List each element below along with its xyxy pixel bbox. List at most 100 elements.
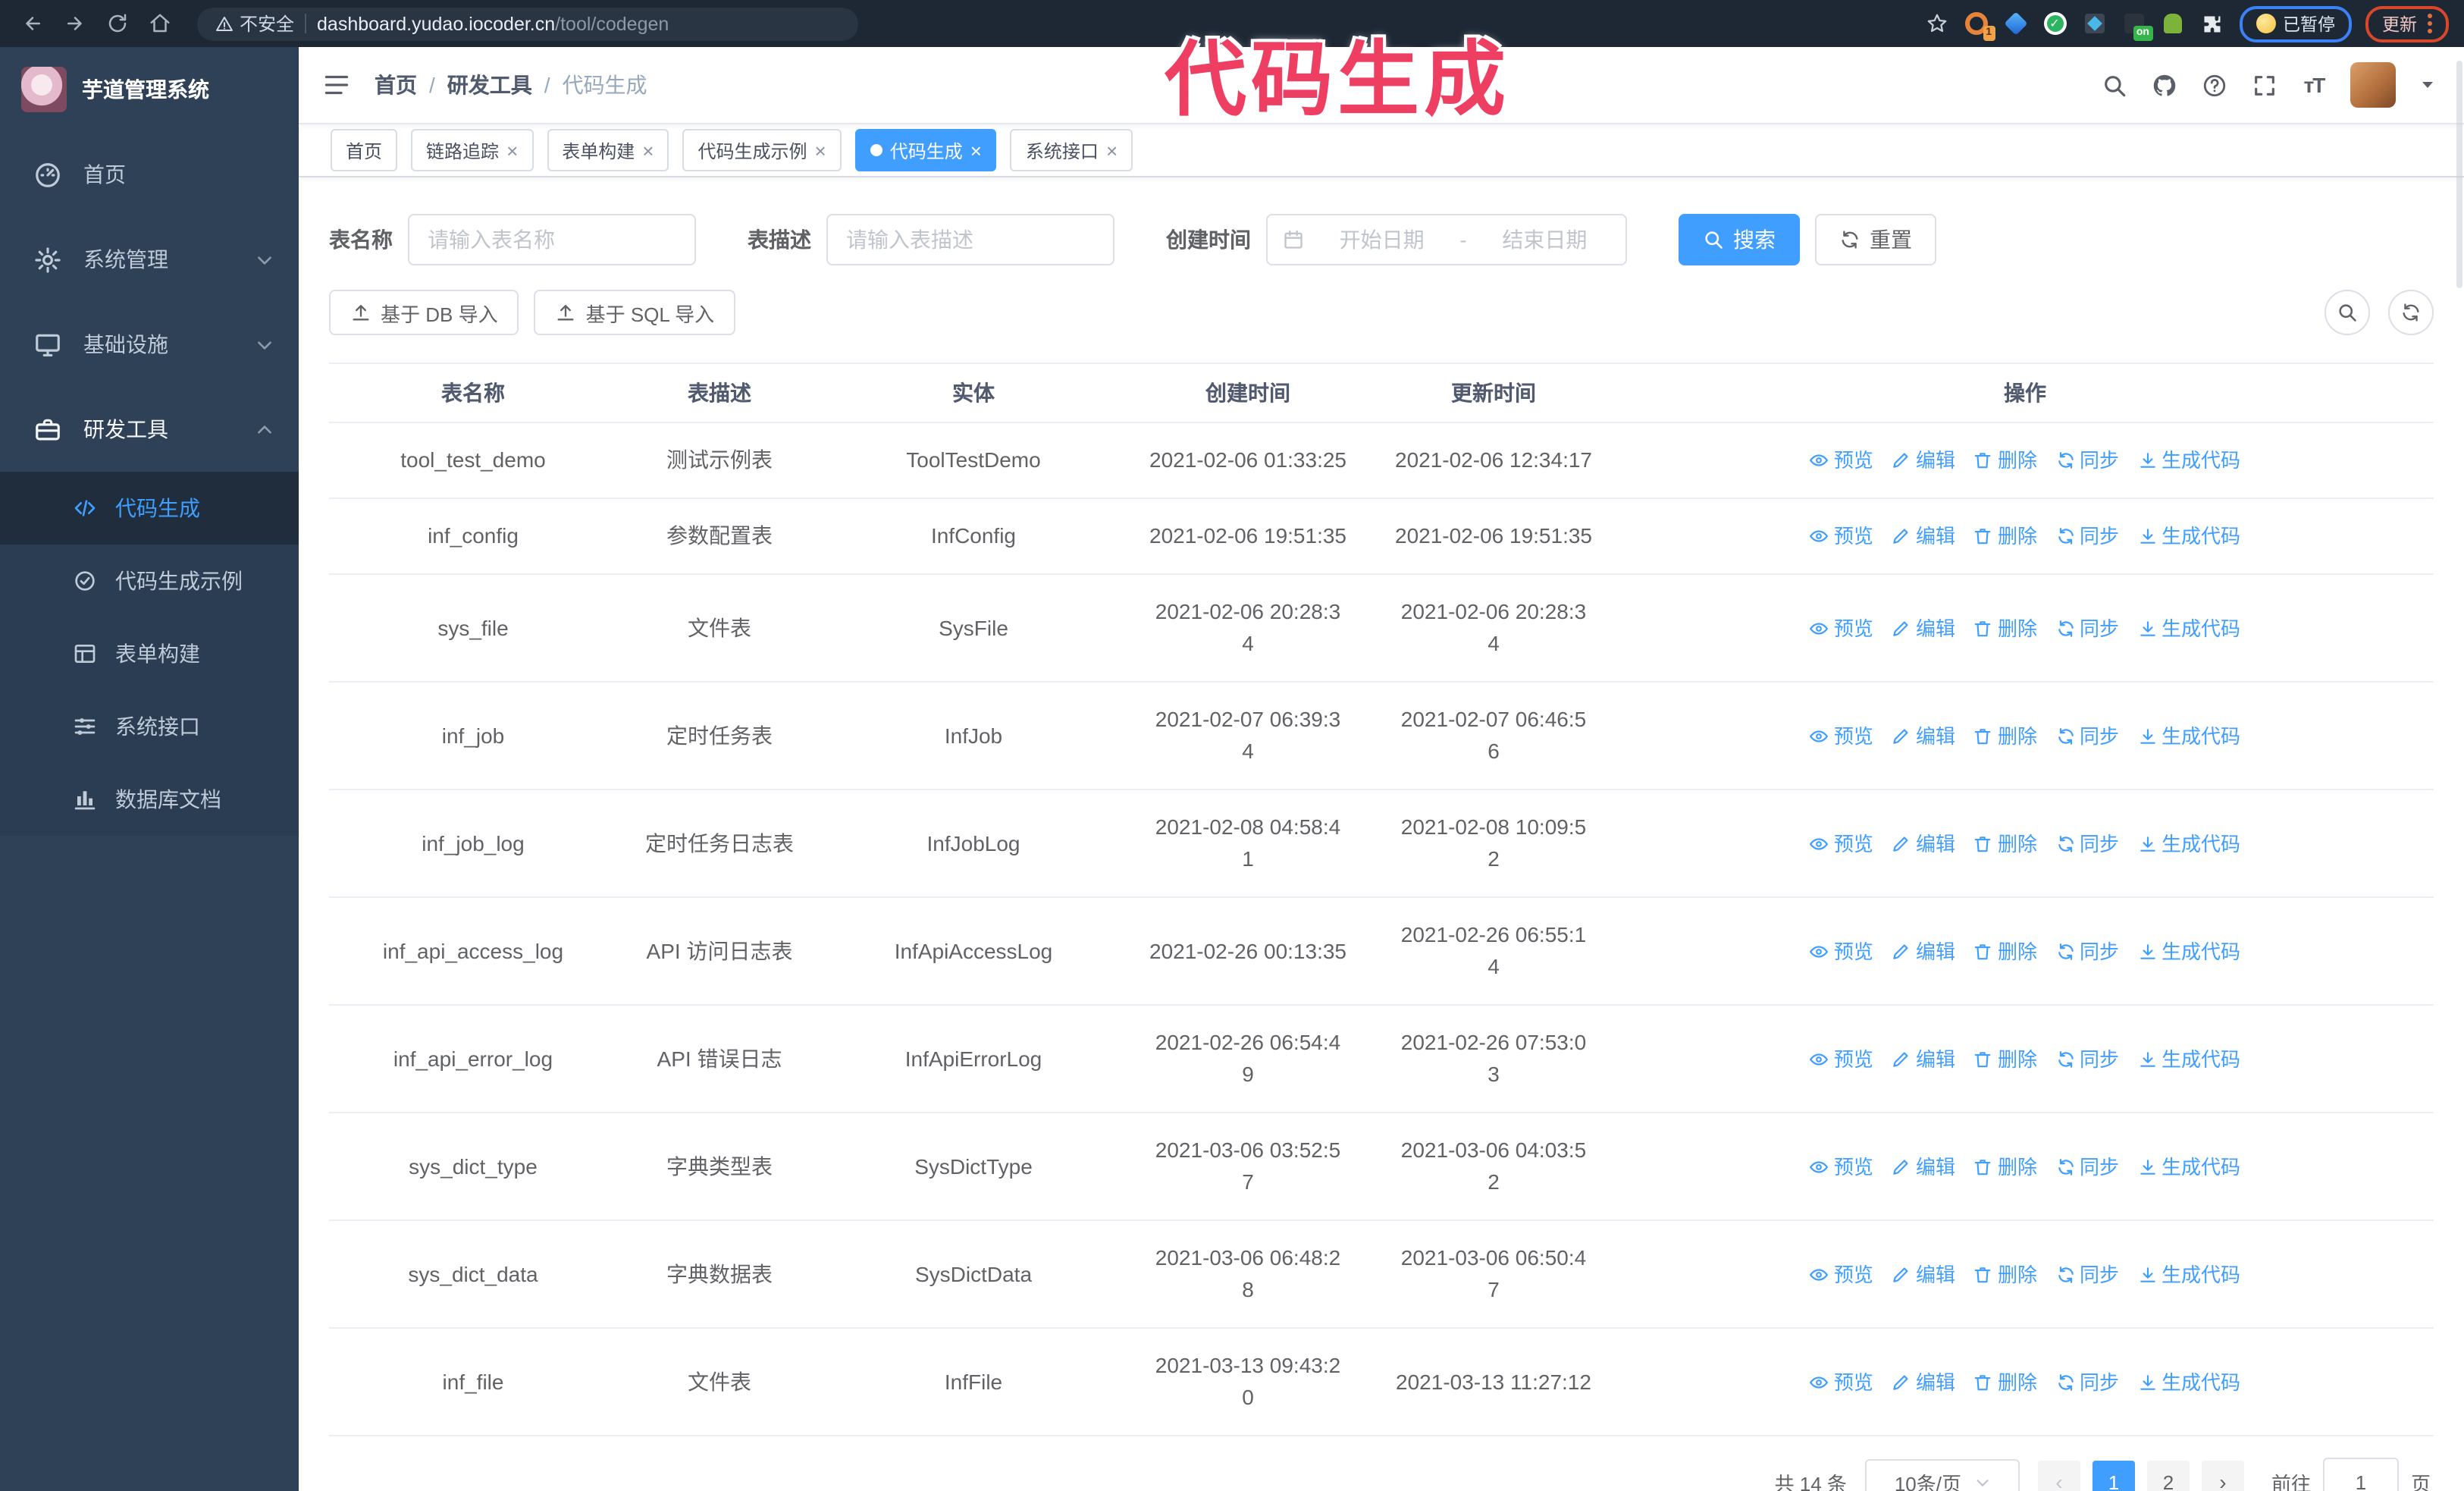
- extension-icon-green-check[interactable]: ✓: [2042, 11, 2067, 36]
- sync-link[interactable]: 同步: [2055, 1366, 2119, 1398]
- page-number-button[interactable]: 1: [2092, 1461, 2135, 1491]
- sidebar-subitem-数据库文档[interactable]: 数据库文档: [0, 763, 299, 836]
- next-page-button[interactable]: ›: [2201, 1461, 2244, 1491]
- sidebar-subitem-表单构建[interactable]: 表单构建: [0, 617, 299, 690]
- generate-code-link[interactable]: 生成代码: [2137, 1043, 2240, 1075]
- not-secure-indicator[interactable]: 不安全: [215, 11, 294, 36]
- close-icon[interactable]: ×: [506, 140, 518, 160]
- preview-link[interactable]: 预览: [1810, 1366, 1873, 1398]
- end-date-placeholder[interactable]: 结束日期: [1479, 224, 1610, 255]
- chevron-down-icon[interactable]: [2419, 76, 2437, 94]
- preview-link[interactable]: 预览: [1810, 444, 1873, 476]
- sidebar-item-系统管理[interactable]: 系统管理: [0, 217, 299, 302]
- extension-icon-green-figure[interactable]: [2160, 11, 2186, 36]
- import-db-button[interactable]: 基于 DB 导入: [329, 290, 519, 335]
- sidebar-item-基础设施[interactable]: 基础设施: [0, 302, 299, 387]
- edit-link[interactable]: 编辑: [1892, 520, 1955, 552]
- search-button[interactable]: 搜索: [1679, 214, 1800, 265]
- breadcrumb-dev-tools[interactable]: 研发工具: [447, 70, 532, 100]
- sidebar-toggle-button[interactable]: [323, 70, 353, 100]
- generate-code-link[interactable]: 生成代码: [2137, 720, 2240, 752]
- sync-link[interactable]: 同步: [2055, 827, 2119, 859]
- browser-menu-dots-icon[interactable]: [2428, 14, 2432, 33]
- sidebar-item-研发工具[interactable]: 研发工具: [0, 387, 299, 472]
- preview-link[interactable]: 预览: [1810, 1150, 1873, 1182]
- preview-link[interactable]: 预览: [1810, 520, 1873, 552]
- generate-code-link[interactable]: 生成代码: [2137, 1258, 2240, 1290]
- table-name-input[interactable]: [408, 214, 696, 265]
- delete-link[interactable]: 删除: [1973, 1258, 2037, 1290]
- bookmark-star-icon[interactable]: [1923, 11, 1949, 36]
- delete-link[interactable]: 删除: [1973, 612, 2037, 644]
- browser-back-button[interactable]: [15, 7, 49, 40]
- page-size-select[interactable]: 10条/页: [1864, 1459, 2020, 1491]
- edit-link[interactable]: 编辑: [1892, 1258, 1955, 1290]
- page-number-button[interactable]: 2: [2146, 1461, 2190, 1491]
- generate-code-link[interactable]: 生成代码: [2137, 935, 2240, 967]
- sidebar-subitem-系统接口[interactable]: 系统接口: [0, 690, 299, 763]
- close-icon[interactable]: ×: [642, 140, 654, 160]
- generate-code-link[interactable]: 生成代码: [2137, 520, 2240, 552]
- edit-link[interactable]: 编辑: [1892, 935, 1955, 967]
- preview-link[interactable]: 预览: [1810, 827, 1873, 859]
- sync-link[interactable]: 同步: [2055, 1043, 2119, 1075]
- delete-link[interactable]: 删除: [1973, 1150, 2037, 1182]
- extension-icon-orange[interactable]: 1: [1963, 11, 1995, 41]
- prev-page-button[interactable]: ‹: [2037, 1461, 2080, 1491]
- tab-系统接口[interactable]: 系统接口 ×: [1010, 129, 1133, 171]
- delete-link[interactable]: 删除: [1973, 827, 2037, 859]
- tab-首页[interactable]: 首页 ×: [331, 129, 398, 171]
- browser-reload-button[interactable]: [100, 7, 133, 40]
- delete-link[interactable]: 删除: [1973, 720, 2037, 752]
- tab-代码生成[interactable]: 代码生成 ×: [854, 129, 997, 171]
- reset-button[interactable]: 重置: [1815, 214, 1936, 265]
- edit-link[interactable]: 编辑: [1892, 612, 1955, 644]
- generate-code-link[interactable]: 生成代码: [2137, 444, 2240, 476]
- preview-link[interactable]: 预览: [1810, 935, 1873, 967]
- font-size-icon[interactable]: тT: [2300, 71, 2328, 99]
- user-avatar[interactable]: [2350, 62, 2396, 108]
- extension-icon-gem[interactable]: [2002, 11, 2028, 36]
- import-sql-button[interactable]: 基于 SQL 导入: [534, 290, 736, 335]
- start-date-placeholder[interactable]: 开始日期: [1316, 224, 1447, 255]
- extension-icon-grid-gem[interactable]: [2081, 11, 2107, 36]
- generate-code-link[interactable]: 生成代码: [2137, 1366, 2240, 1398]
- extension-icon-dark-on[interactable]: on: [2121, 11, 2152, 41]
- edit-link[interactable]: 编辑: [1892, 1366, 1955, 1398]
- help-icon[interactable]: [2200, 71, 2227, 99]
- preview-link[interactable]: 预览: [1810, 1043, 1873, 1075]
- sync-link[interactable]: 同步: [2055, 1150, 2119, 1182]
- generate-code-link[interactable]: 生成代码: [2137, 827, 2240, 859]
- close-icon[interactable]: ×: [1106, 140, 1118, 160]
- sync-link[interactable]: 同步: [2055, 1258, 2119, 1290]
- date-range-picker[interactable]: 开始日期 - 结束日期: [1266, 214, 1627, 265]
- app-logo-row[interactable]: 芋道管理系统: [0, 47, 299, 132]
- browser-update-button[interactable]: 更新: [2365, 5, 2449, 42]
- scrollbar[interactable]: [2456, 61, 2462, 288]
- browser-forward-button[interactable]: [58, 7, 91, 40]
- delete-link[interactable]: 删除: [1973, 1366, 2037, 1398]
- edit-link[interactable]: 编辑: [1892, 1043, 1955, 1075]
- sync-link[interactable]: 同步: [2055, 720, 2119, 752]
- paused-extension-pill[interactable]: 已暂停: [2239, 5, 2352, 42]
- close-icon[interactable]: ×: [970, 140, 982, 160]
- address-bar[interactable]: 不安全 dashboard.yudao.iocoder.cn/tool/code…: [197, 7, 858, 40]
- close-icon[interactable]: ×: [815, 140, 826, 160]
- toggle-search-button[interactable]: [2324, 290, 2370, 335]
- edit-link[interactable]: 编辑: [1892, 1150, 1955, 1182]
- delete-link[interactable]: 删除: [1973, 1043, 2037, 1075]
- preview-link[interactable]: 预览: [1810, 720, 1873, 752]
- delete-link[interactable]: 删除: [1973, 935, 2037, 967]
- edit-link[interactable]: 编辑: [1892, 827, 1955, 859]
- breadcrumb-home[interactable]: 首页: [375, 70, 417, 100]
- tab-代码生成示例[interactable]: 代码生成示例 ×: [682, 129, 842, 171]
- github-icon[interactable]: [2150, 71, 2177, 99]
- sync-link[interactable]: 同步: [2055, 612, 2119, 644]
- sync-link[interactable]: 同步: [2055, 935, 2119, 967]
- delete-link[interactable]: 删除: [1973, 520, 2037, 552]
- sidebar-subitem-代码生成[interactable]: 代码生成: [0, 472, 299, 545]
- extensions-puzzle-icon[interactable]: [2199, 11, 2225, 36]
- delete-link[interactable]: 删除: [1973, 444, 2037, 476]
- refresh-table-button[interactable]: [2388, 290, 2434, 335]
- sidebar-item-首页[interactable]: 首页: [0, 132, 299, 217]
